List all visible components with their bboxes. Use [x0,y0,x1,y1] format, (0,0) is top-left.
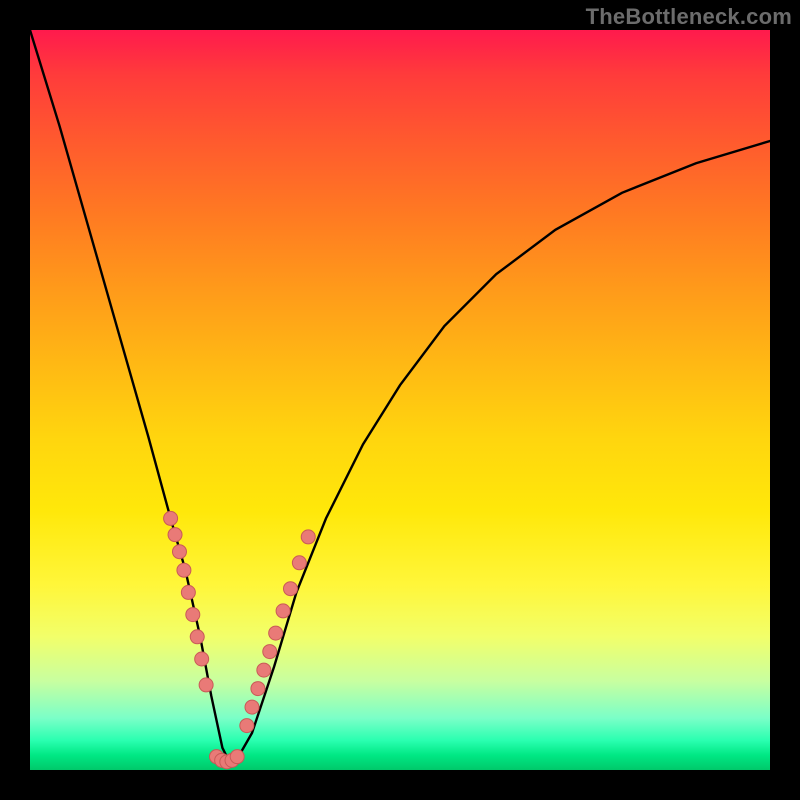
data-dot [172,545,186,559]
dot-layer [164,511,316,768]
data-dot [292,556,306,570]
data-dot [245,700,259,714]
plot-area [30,30,770,770]
data-dot [177,563,191,577]
data-dot [164,511,178,525]
bottleneck-curve [30,30,770,763]
stage: TheBottleneck.com [0,0,800,800]
curve-svg [30,30,770,770]
data-dot [199,678,213,692]
data-dot [190,630,204,644]
data-dot [181,585,195,599]
watermark-text: TheBottleneck.com [586,4,792,30]
data-dot [240,719,254,733]
data-dot [263,645,277,659]
data-dot [230,750,244,764]
data-dot [283,582,297,596]
data-dot [269,626,283,640]
data-dot [301,530,315,544]
data-dot [276,604,290,618]
data-dot [257,663,271,677]
data-dot [186,608,200,622]
data-dot [251,682,265,696]
data-dot [195,652,209,666]
data-dot [168,528,182,542]
